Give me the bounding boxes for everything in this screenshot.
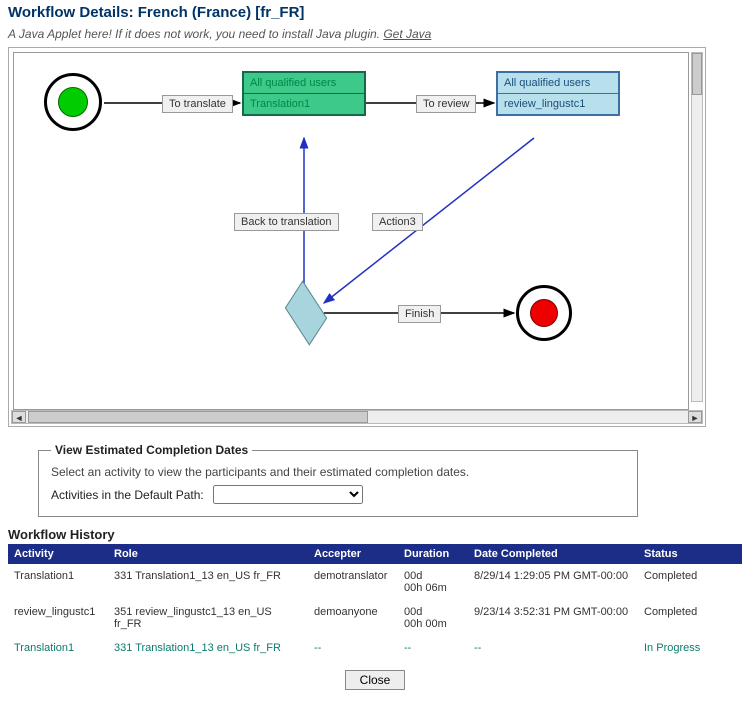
end-node-fill: [530, 299, 558, 327]
scroll-thumb[interactable]: [692, 53, 702, 95]
task-review-users: All qualified users: [498, 73, 618, 94]
col-activity: Activity: [8, 544, 108, 564]
edge-label-back: Back to translation: [234, 213, 339, 231]
activity-link[interactable]: Translation1: [14, 642, 74, 654]
estimated-dates-legend: View Estimated Completion Dates: [51, 443, 252, 457]
cell-duration: 00d 00h 06m: [398, 564, 468, 600]
cell-role: 331 Translation1_13 en_US fr_FR: [108, 636, 308, 660]
workflow-diagram-canvas[interactable]: All qualified users Translation1 All qua…: [13, 52, 689, 410]
cell-accepter: demoanyone: [308, 600, 398, 636]
workflow-history-title: Workflow History: [8, 527, 742, 542]
edge-label-action3: Action3: [372, 213, 423, 231]
edge-label-finish: Finish: [398, 305, 441, 323]
cell-duration: --: [398, 636, 468, 660]
scroll-left-button[interactable]: ◄: [12, 411, 26, 423]
history-header-row: Activity Role Accepter Duration Date Com…: [8, 544, 742, 564]
scroll-right-button[interactable]: ►: [688, 411, 702, 423]
diagram-horizontal-scrollbar[interactable]: ◄ ►: [11, 410, 703, 424]
task-translation-name: Translation1: [244, 94, 364, 114]
cell-activity: Translation1: [8, 636, 108, 660]
col-date-completed: Date Completed: [468, 544, 638, 564]
col-role: Role: [108, 544, 308, 564]
edge-label-to-review: To review: [416, 95, 476, 113]
workflow-diagram-frame: All qualified users Translation1 All qua…: [8, 47, 706, 427]
table-row: review_lingustc1351 review_lingustc1_13 …: [8, 600, 742, 636]
col-status: Status: [638, 544, 742, 564]
workflow-history-table: Activity Role Accepter Duration Date Com…: [8, 544, 742, 660]
applet-hint-text: A Java Applet here! If it does not work,…: [8, 27, 383, 41]
col-duration: Duration: [398, 544, 468, 564]
default-path-select[interactable]: [213, 485, 363, 504]
task-translation[interactable]: All qualified users Translation1: [242, 71, 366, 116]
cell-status: Completed: [638, 600, 742, 636]
page-title: Workflow Details: French (France) [fr_FR…: [8, 4, 742, 21]
get-java-link[interactable]: Get Java: [383, 27, 431, 41]
cell-role: 351 review_lingustc1_13 en_US fr_FR: [108, 600, 308, 636]
task-review-name: review_lingustc1: [498, 94, 618, 114]
task-translation-users: All qualified users: [244, 73, 364, 94]
task-review[interactable]: All qualified users review_lingustc1: [496, 71, 620, 116]
cell-role: 331 Translation1_13 en_US fr_FR: [108, 564, 308, 600]
role-link[interactable]: 331 Translation1_13 en_US fr_FR: [114, 642, 281, 654]
diagram-vertical-scrollbar[interactable]: [691, 52, 703, 402]
table-row: Translation1 331 Translation1_13 en_US fr…: [8, 636, 742, 660]
cell-date_completed: 8/29/14 1:29:05 PM GMT-00:00: [468, 564, 638, 600]
cell-activity: review_lingustc1: [8, 600, 108, 636]
close-button[interactable]: Close: [345, 670, 406, 690]
cell-date_completed: --: [468, 636, 638, 660]
scroll-thumb[interactable]: [28, 411, 368, 423]
cell-activity: Translation1: [8, 564, 108, 600]
estimated-dates-hint: Select an activity to view the participa…: [51, 465, 625, 479]
cell-status: Completed: [638, 564, 742, 600]
applet-hint: A Java Applet here! If it does not work,…: [8, 27, 742, 41]
cell-date_completed: 9/23/14 3:52:31 PM GMT-00:00: [468, 600, 638, 636]
col-accepter: Accepter: [308, 544, 398, 564]
cell-status: In Progress: [638, 636, 742, 660]
estimated-dates-panel: View Estimated Completion Dates Select a…: [38, 443, 638, 517]
cell-accepter: --: [308, 636, 398, 660]
edge-label-to-translate: To translate: [162, 95, 233, 113]
default-path-label: Activities in the Default Path:: [51, 488, 204, 502]
cell-accepter: demotranslator: [308, 564, 398, 600]
table-row: Translation1331 Translation1_13 en_US fr…: [8, 564, 742, 600]
cell-duration: 00d 00h 00m: [398, 600, 468, 636]
start-node-fill: [58, 87, 88, 117]
